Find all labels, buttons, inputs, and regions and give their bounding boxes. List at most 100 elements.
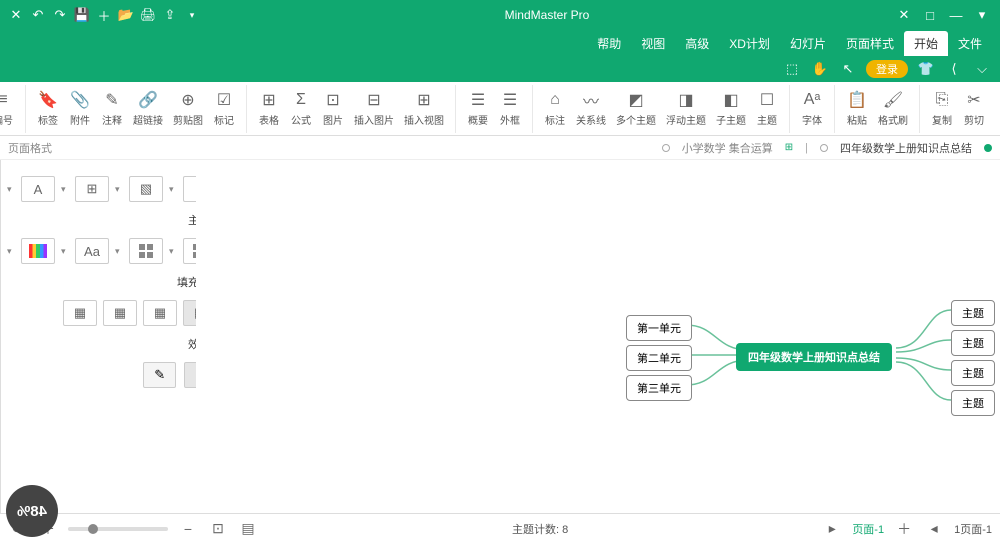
doc-tab-inactive[interactable]: 小学数学 集合运算 (682, 140, 773, 156)
ribbon-topic[interactable]: ☐主题 (751, 90, 783, 127)
selectbox-icon[interactable]: ⬚ (782, 59, 802, 79)
page-prev-icon[interactable]: ◂ (924, 519, 944, 539)
node-left-1[interactable]: 第一单元 (626, 315, 692, 341)
node-right-4[interactable]: 主题 (951, 390, 995, 416)
page-add-icon[interactable]: ＋ (894, 519, 914, 539)
ribbon-insertview[interactable]: ⊞插入视图 (399, 90, 449, 127)
ribbon-formula[interactable]: Σ公式 (285, 90, 317, 127)
new-icon[interactable]: ＋ (94, 5, 114, 25)
table-icon: ⊞ (259, 90, 279, 110)
app-menu-icon[interactable]: ▾ (972, 5, 992, 25)
menu-tab-plan[interactable]: XD计划 (719, 31, 780, 56)
close-icon[interactable]: ✕ (894, 5, 914, 25)
connector-lines (196, 160, 1000, 513)
ribbon-boundary[interactable]: ☰外框 (494, 90, 526, 127)
node-left-3[interactable]: 第三单元 (626, 375, 692, 401)
pointer-icon[interactable]: ↖ (838, 59, 858, 79)
menu-tab-view[interactable]: 视图 (631, 31, 675, 56)
menu-tab-file[interactable]: 文件 (948, 31, 992, 56)
fill-image[interactable]: ⊞ (75, 176, 109, 202)
zoom-slider[interactable] (68, 527, 168, 531)
ribbon-insertimage[interactable]: ⊟插入图片 (349, 90, 399, 127)
ribbon-hyperlink[interactable]: 🔗超链接 (128, 90, 168, 127)
ribbon-relation[interactable]: 〰关系线 (571, 90, 611, 127)
ribbon-callout[interactable]: ⌂标注 (539, 90, 571, 127)
status-page-prefix: 1页面-1 (954, 521, 992, 537)
menu-tab-help[interactable]: 帮助 (587, 31, 631, 56)
tshirt-icon[interactable]: 👕 (916, 59, 936, 79)
fill-texture[interactable]: ▧ (129, 176, 163, 202)
status-page-label[interactable]: 页面-1 (852, 521, 884, 537)
label-theme: 主题: (5, 210, 219, 230)
zoom-minus-icon[interactable]: − (178, 519, 198, 539)
ribbon-note[interactable]: ✎注释 (96, 90, 128, 127)
ribbon-attachment[interactable]: 📎附件 (64, 90, 96, 127)
menu-tab-pagestyle[interactable]: 页面样式 (836, 31, 904, 56)
mark-icon: ☑ (214, 90, 234, 110)
login-button[interactable]: 登录 (866, 60, 908, 78)
undo-icon[interactable]: ↶ (28, 5, 48, 25)
ribbon-copy[interactable]: ⎘复制 (926, 90, 958, 127)
style-opt2[interactable]: ▦ (143, 300, 177, 326)
expand-up-icon[interactable]: ⌵ (972, 59, 992, 79)
ribbon-floattopic[interactable]: ◨浮动主题 (661, 90, 711, 127)
theme-shape[interactable] (129, 238, 163, 264)
ribbon-formatbrush[interactable]: 🖌格式刷 (873, 90, 913, 127)
style-opt3[interactable]: ▦ (103, 300, 137, 326)
node-central[interactable]: 四年级数学上册知识点总结 (736, 343, 892, 371)
note-icon: ✎ (102, 90, 122, 110)
tag-icon: 🔖 (38, 90, 58, 110)
ribbon-subtopic[interactable]: ◧子主题 (711, 90, 751, 127)
ribbon-tag[interactable]: 🔖标签 (32, 90, 64, 127)
ribbon: ✂剪切⎘复制 🖌格式刷📋粘贴 Aᵃ字体 ☐主题 ◧子主题 ◨浮动主题 ◩多个主题… (0, 82, 1000, 136)
minimize-icon[interactable]: — (946, 5, 966, 25)
clipboard-icon: 📋 (847, 90, 867, 110)
export-icon[interactable]: ⇪ (160, 5, 180, 25)
page-next-icon[interactable]: ▸ (822, 519, 842, 539)
hand-icon[interactable]: ✋ (810, 59, 830, 79)
ribbon-mark[interactable]: ☑标记 (208, 90, 240, 127)
expand-left-icon[interactable]: ⟨ (944, 59, 964, 79)
node-left-2[interactable]: 第二单元 (626, 345, 692, 371)
node-right-3[interactable]: 主题 (951, 360, 995, 386)
ribbon-font[interactable]: Aᵃ字体 (796, 90, 828, 127)
font-icon: Aᵃ (802, 90, 822, 110)
redo-icon[interactable]: ↷ (50, 5, 70, 25)
fill-text[interactable]: A (21, 176, 55, 202)
ribbon-picture[interactable]: ⊡图片 (317, 90, 349, 127)
theme-font[interactable]: Aa (75, 238, 109, 264)
brush-icon: 🖌 (883, 90, 903, 110)
doc-tab-active[interactable]: 四年级数学上册知识点总结 (840, 140, 972, 156)
node-right-1[interactable]: 主题 (951, 300, 995, 326)
theme-color[interactable] (21, 238, 55, 264)
effect-btn2[interactable]: ✎ (143, 362, 176, 388)
menu-bar: 文件 开始 页面样式 幻灯片 XD计划 高级 视图 帮助 (0, 30, 1000, 56)
status-bar: 1页面-1 ◂ ＋ 页面-1 ▸ 主题计数: 8 ▤ ⊡ − ＋ ⟳ (0, 513, 1000, 543)
ribbon-paste[interactable]: 📋粘贴 (841, 90, 873, 127)
menu-tab-slides[interactable]: 幻灯片 (780, 31, 836, 56)
view-outline-icon[interactable]: ▤ (238, 519, 258, 539)
canvas[interactable]: 第一单元 第二单元 第三单元 四年级数学上册知识点总结 主题 主题 主题 主题 (196, 160, 1000, 513)
caret-down-icon[interactable]: ▾ (182, 5, 202, 25)
doc-tab-close-1[interactable] (820, 144, 828, 152)
app-title: MindMaster Pro (208, 8, 886, 22)
ribbon-summary[interactable]: ☰概要 (462, 90, 494, 127)
ribbon-table[interactable]: ⊞表格 (253, 90, 285, 127)
style-opt4[interactable]: ▦ (63, 300, 97, 326)
maximize-icon[interactable]: □ (920, 5, 940, 25)
doc-tab-close-2[interactable] (662, 144, 670, 152)
node-right-2[interactable]: 主题 (951, 330, 995, 356)
open-icon[interactable]: 📂 (116, 5, 136, 25)
ribbon-multitopic[interactable]: ◩多个主题 (611, 90, 661, 127)
zoom-badge[interactable]: 48% (6, 485, 58, 537)
save-icon[interactable]: 💾 (72, 5, 92, 25)
menu-tab-start[interactable]: 开始 (904, 31, 948, 56)
summary-icon: ☰ (468, 90, 488, 110)
ribbon-clipart[interactable]: ⊕剪贴图 (168, 90, 208, 127)
menu-tab-advanced[interactable]: 高级 (675, 31, 719, 56)
ribbon-numbering[interactable]: ≡编号 (0, 90, 19, 127)
panel-title-tab: 页面格式 (8, 140, 52, 156)
print-icon[interactable]: 🖨 (138, 5, 158, 25)
view-fit-icon[interactable]: ⊡ (208, 519, 228, 539)
ribbon-cut[interactable]: ✂剪切 (958, 90, 990, 127)
